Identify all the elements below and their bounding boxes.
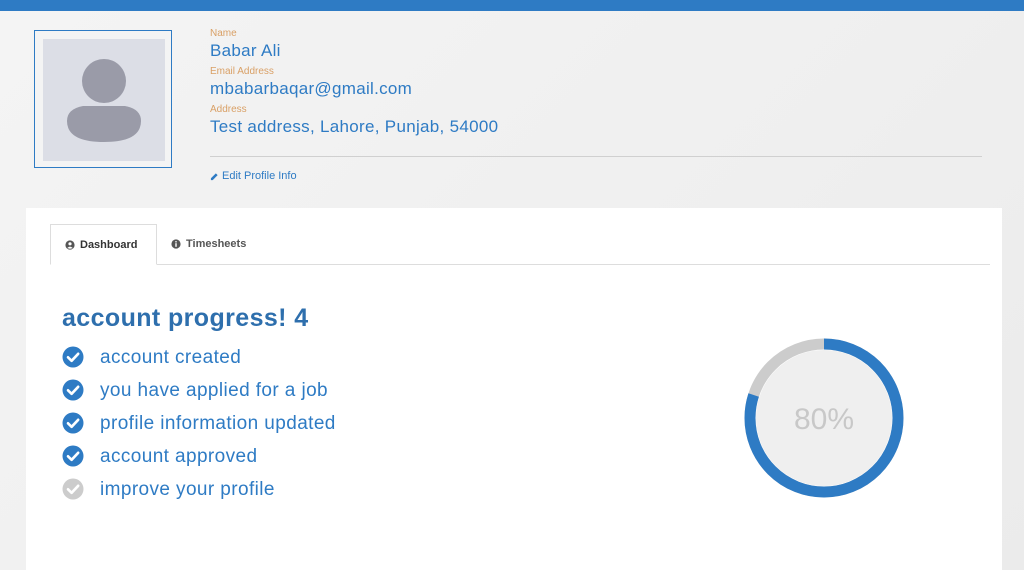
- top-bar: [0, 0, 1024, 11]
- checklist-item-text: you have applied for a job: [100, 380, 328, 401]
- checklist-item-text: profile information updated: [100, 413, 336, 434]
- progress-percent-label: 80%: [794, 403, 854, 436]
- user-circle-icon: [65, 239, 75, 250]
- tab-timesheets[interactable]: Timesheets: [157, 224, 267, 264]
- profile-info: Name Babar Ali Email Address mbabarbaqar…: [210, 28, 982, 142]
- edit-profile-label: Edit Profile Info: [222, 170, 297, 182]
- profile-divider: [210, 156, 982, 157]
- checklist-item: profile information updated: [62, 412, 336, 445]
- checklist-item-text: account created: [100, 347, 242, 368]
- check-circle-icon: [62, 478, 100, 500]
- check-circle-icon: [62, 379, 100, 401]
- address-label: Address: [210, 104, 247, 115]
- check-circle-icon: [62, 346, 100, 368]
- checklist-item: you have applied for a job: [62, 379, 336, 412]
- user-email: mbabarbaqar@gmail.com: [210, 79, 413, 98]
- pencil-icon: [210, 172, 218, 180]
- user-name: Babar Ali: [210, 41, 281, 60]
- tab-dashboard-label: Dashboard: [80, 238, 138, 251]
- check-circle-icon: [62, 445, 100, 467]
- checklist-item: improve your profile: [62, 478, 336, 511]
- progress-checklist: account created you have applied for a j…: [62, 346, 336, 511]
- checklist-item: account approved: [62, 445, 336, 478]
- progress-title: account progress! 4: [62, 304, 309, 332]
- name-label: Name: [210, 28, 237, 39]
- tab-timesheets-label: Timesheets: [186, 238, 247, 250]
- tab-dashboard[interactable]: Dashboard: [50, 224, 157, 265]
- tab-bar: Dashboard Timesheets: [50, 224, 990, 265]
- dashboard-card: Dashboard Timesheets account progress! 4…: [26, 208, 1002, 570]
- checklist-item: account created: [62, 346, 336, 379]
- user-placeholder-icon: [43, 39, 165, 161]
- check-circle-icon: [62, 412, 100, 434]
- edit-profile-link[interactable]: Edit Profile Info: [210, 170, 297, 182]
- email-label: Email Address: [210, 66, 274, 77]
- checklist-item-text: account approved: [100, 446, 258, 467]
- avatar-frame: [34, 30, 172, 168]
- progress-ring: 80%: [742, 336, 906, 500]
- checklist-item-text: improve your profile: [100, 479, 275, 500]
- user-address: Test address, Lahore, Punjab, 54000: [210, 117, 499, 136]
- info-circle-icon: [171, 239, 181, 249]
